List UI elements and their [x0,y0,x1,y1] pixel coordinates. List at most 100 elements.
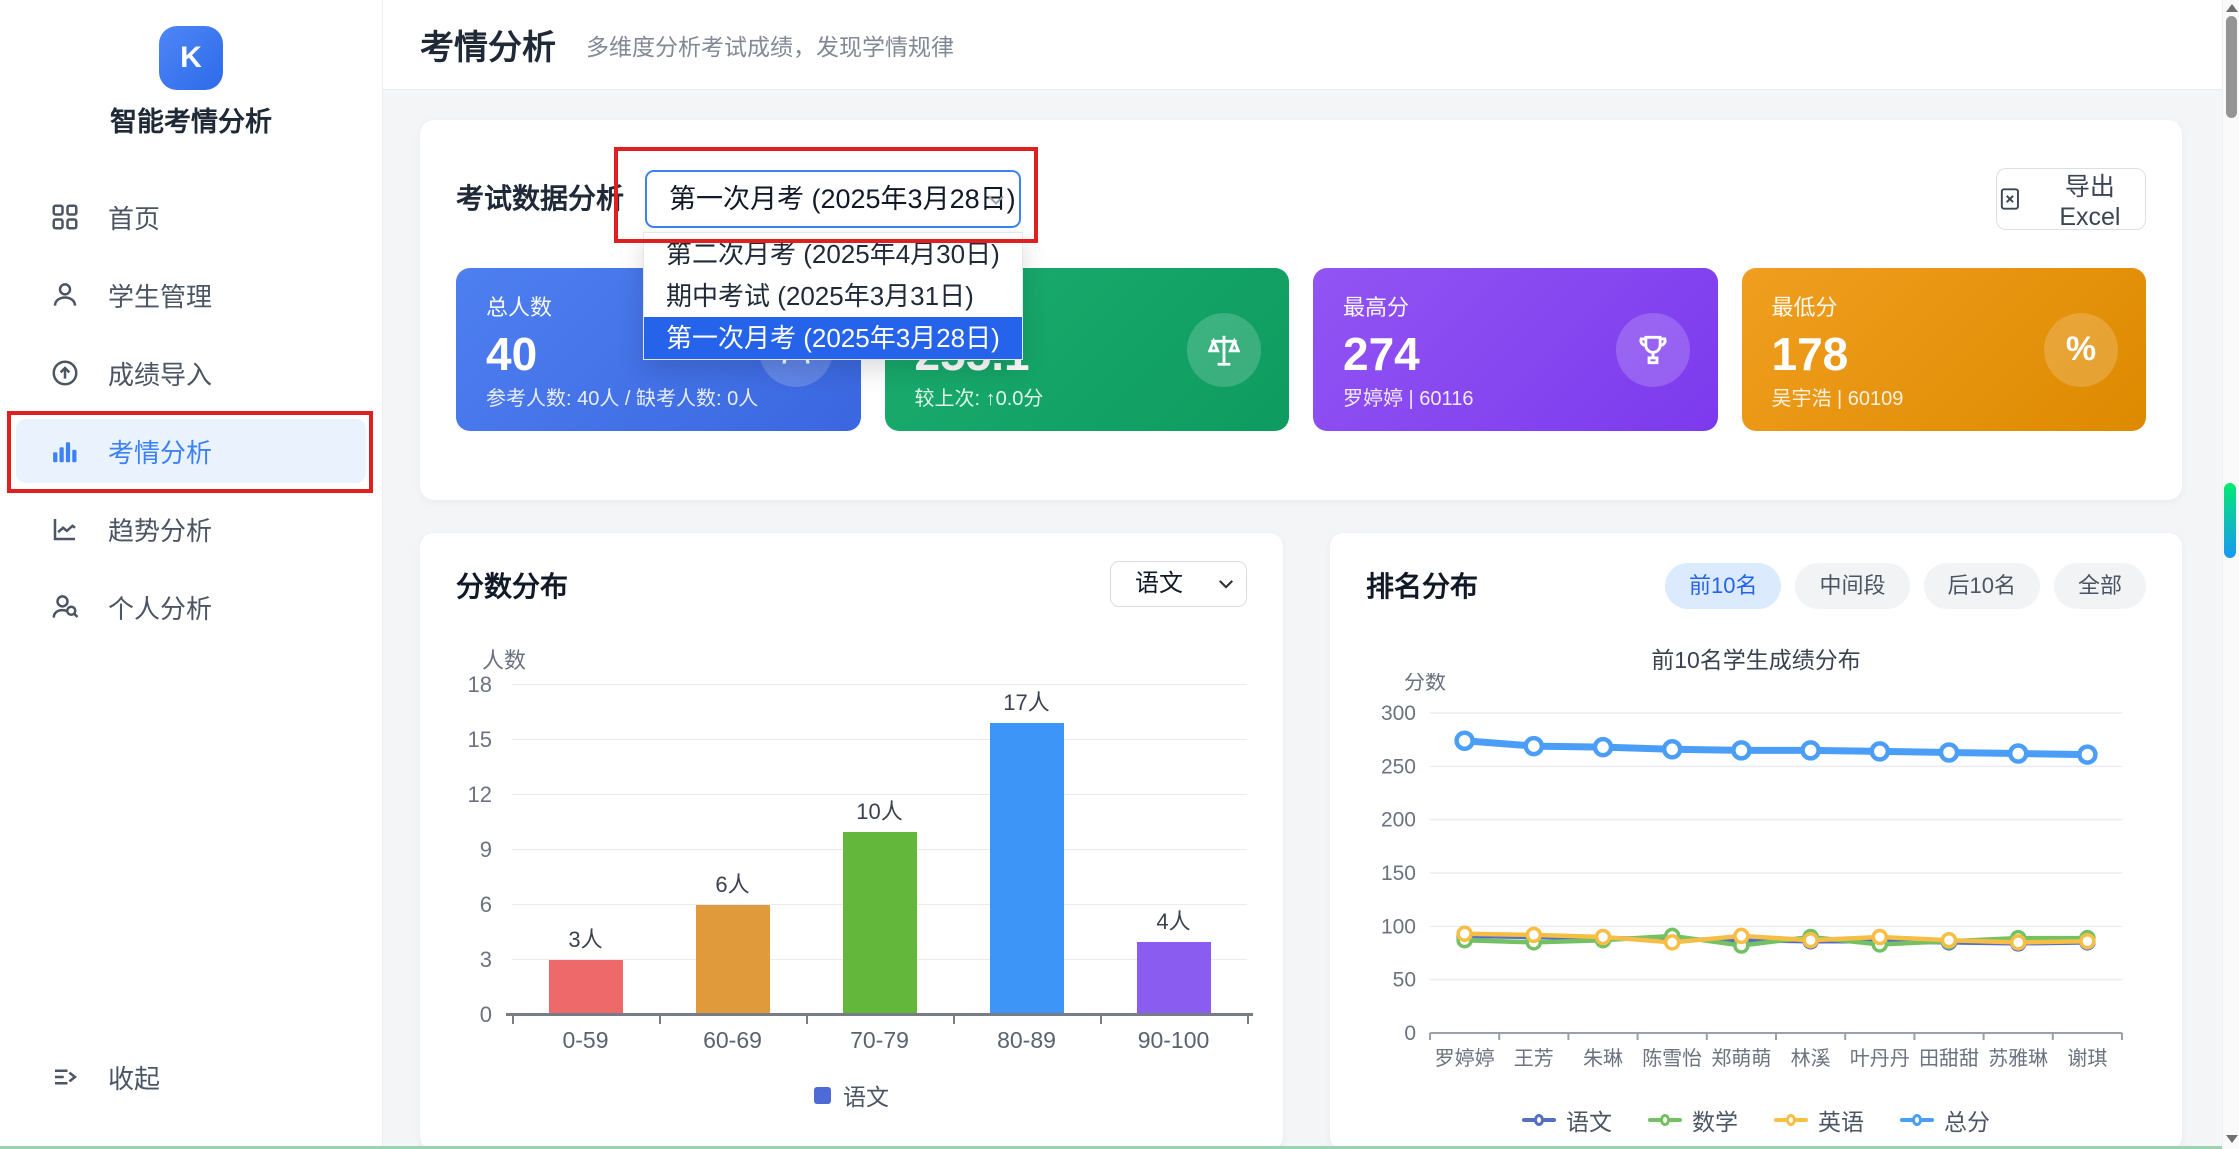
sidebar-item-exam-analysis[interactable]: 考情分析 [16,419,366,483]
x-category-label: 90-100 [1100,1027,1247,1054]
collapse-sidebar-button[interactable]: 收起 [16,1045,366,1109]
legend-item-总分[interactable]: 总分 [1900,1103,1990,1137]
exam-option-selected[interactable]: 第一次月考 (2025年3月28日) [644,317,1022,359]
legend-marker [1522,1112,1556,1128]
exam-option[interactable]: 期中考试 (2025年3月31日) [644,275,1022,317]
trend-icon [50,514,80,544]
upload-icon [50,358,80,388]
logo-letter: K [180,41,202,75]
data-point [1803,742,1819,758]
scale-icon [1187,313,1261,387]
legend-marker [1648,1112,1682,1128]
exam-option[interactable]: 第二次月考 (2025年4月30日) [644,233,1022,275]
exam-select[interactable]: 第一次月考 (2025年3月28日) [645,170,1021,228]
x-axis-tick [806,1015,808,1024]
grid-icon [50,202,80,232]
inner-scroll-indicator[interactable] [2224,483,2236,558]
x-category-label: 罗婷婷 [1435,1047,1495,1070]
legend-item-数学[interactable]: 数学 [1648,1103,1738,1137]
y-tick-label: 100 [1381,915,1416,938]
stat-card-highest: 最高分 274 罗婷婷 | 60116 [1313,268,1718,431]
data-point [1735,929,1748,942]
score-legend[interactable]: 语文 [420,1078,1283,1112]
ranking-tab-2[interactable]: 后10名 [1924,563,2040,609]
bar [990,723,1064,1015]
x-category-label: 60-69 [659,1027,806,1054]
data-point [1666,936,1679,949]
scrollbar[interactable] [2222,0,2239,1149]
sidebar-item-import[interactable]: 成绩导入 [16,341,366,405]
legend-ring [1912,1114,1922,1126]
bar-chart-icon [50,436,80,466]
bar [843,832,917,1015]
bar [1137,942,1211,1015]
legend-item-语文[interactable]: 语文 [1522,1103,1612,1137]
legend-ring [1786,1114,1796,1126]
scrollbar-down-arrow[interactable] [2226,1135,2238,1143]
legend-label: 数学 [1692,1103,1738,1137]
main-area: 考情分析 多维度分析考试成绩，发现学情规律 考试数据分析 第一次月考 (2025… [383,0,2222,1149]
sidebar-item-personal[interactable]: 个人分析 [16,575,366,639]
x-axis-tick [1247,1015,1249,1024]
data-point [1457,733,1473,749]
person-search-icon [50,592,80,622]
legend-label: 语文 [843,1078,889,1112]
x-axis-tick [659,1015,661,1024]
data-point [1597,931,1610,944]
percent-icon: % [2044,313,2118,387]
sidebar-item-label: 个人分析 [108,589,212,626]
bar [696,905,770,1015]
ranking-tab-0[interactable]: 前10名 [1665,563,1781,609]
sidebar-item-trend[interactable]: 趋势分析 [16,497,366,561]
x-category-label: 林溪 [1791,1047,1831,1070]
legend-marker [1774,1112,1808,1128]
scrollbar-thumb[interactable] [2226,16,2237,118]
data-point [1943,934,1956,947]
y-tick-label: 18 [468,672,492,698]
ranking-tab-3[interactable]: 全部 [2054,563,2146,609]
stat-sub: 罗婷婷 | 60116 [1343,382,1473,411]
scrollbar-up-arrow[interactable] [2226,4,2238,12]
bar-value-label: 17人 [1003,685,1049,717]
data-point [1873,931,1886,944]
ranking-tabs: 前10名中间段后10名全部 [1665,563,2146,609]
sidebar: K 智能考情分析 首页 学生管理 成绩导入 考情分 [0,0,383,1149]
y-tick-label: 12 [468,782,492,808]
x-category-label: 70-79 [806,1027,953,1054]
x-category-label: 朱琳 [1583,1047,1623,1070]
data-point [1804,934,1817,947]
stat-sub: 吴宇浩 | 60109 [1772,382,1904,411]
collapse-icon [50,1062,80,1092]
x-category-label: 苏雅琳 [1988,1047,2048,1070]
sidebar-item-label: 学生管理 [108,277,212,314]
x-category-label: 叶丹丹 [1850,1047,1910,1070]
score-y-axis-name: 人数 [482,643,526,675]
legend-item-英语[interactable]: 英语 [1774,1103,1864,1137]
sidebar-nav: 首页 学生管理 成绩导入 考情分析 趋势分析 [16,185,366,653]
sidebar-item-label: 首页 [108,199,160,236]
export-excel-button[interactable]: 导出Excel [1996,168,2146,230]
subject-select[interactable]: 语文 [1110,561,1247,607]
ranking-line-chart: 分数050100150200250300罗婷婷王芳朱琳陈雪怡郑萌萌林溪叶丹丹田甜… [1360,673,2150,1093]
ranking-tab-1[interactable]: 中间段 [1795,563,1909,609]
page-subtitle: 多维度分析考试成绩，发现学情规律 [586,28,954,62]
score-distribution-card: 分数分布 语文 人数 0369121518 3人6人10人17人4人 0-596… [420,533,1283,1149]
trophy-icon [1616,313,1690,387]
bar [549,960,623,1015]
y-tick-label: 0 [1404,1022,1416,1045]
x-axis-tick [953,1015,955,1024]
data-point [2010,746,2026,762]
export-label: 导出Excel [2035,167,2145,232]
ranking-legend[interactable]: 语文 数学 英语 总分 [1330,1103,2182,1137]
ranking-distribution-card: 排名分布 前10名中间段后10名全部 前10名学生成绩分布 分数05010015… [1330,533,2182,1149]
x-category-label: 田甜甜 [1919,1047,1979,1070]
excel-file-icon [1997,186,2023,212]
bar-slot: 3人 [512,685,659,1015]
score-x-categories: 0-5960-6970-7980-8990-100 [512,1027,1247,1054]
x-axis-tick [512,1015,514,1024]
chevron-down-icon [987,193,1005,207]
sidebar-item-students[interactable]: 学生管理 [16,263,366,327]
sidebar-item-home[interactable]: 首页 [16,185,366,249]
stat-sub: 参考人数: 40人 / 缺考人数: 0人 [486,382,758,411]
stat-sub: 较上次: ↑0.0分 [915,382,1044,411]
